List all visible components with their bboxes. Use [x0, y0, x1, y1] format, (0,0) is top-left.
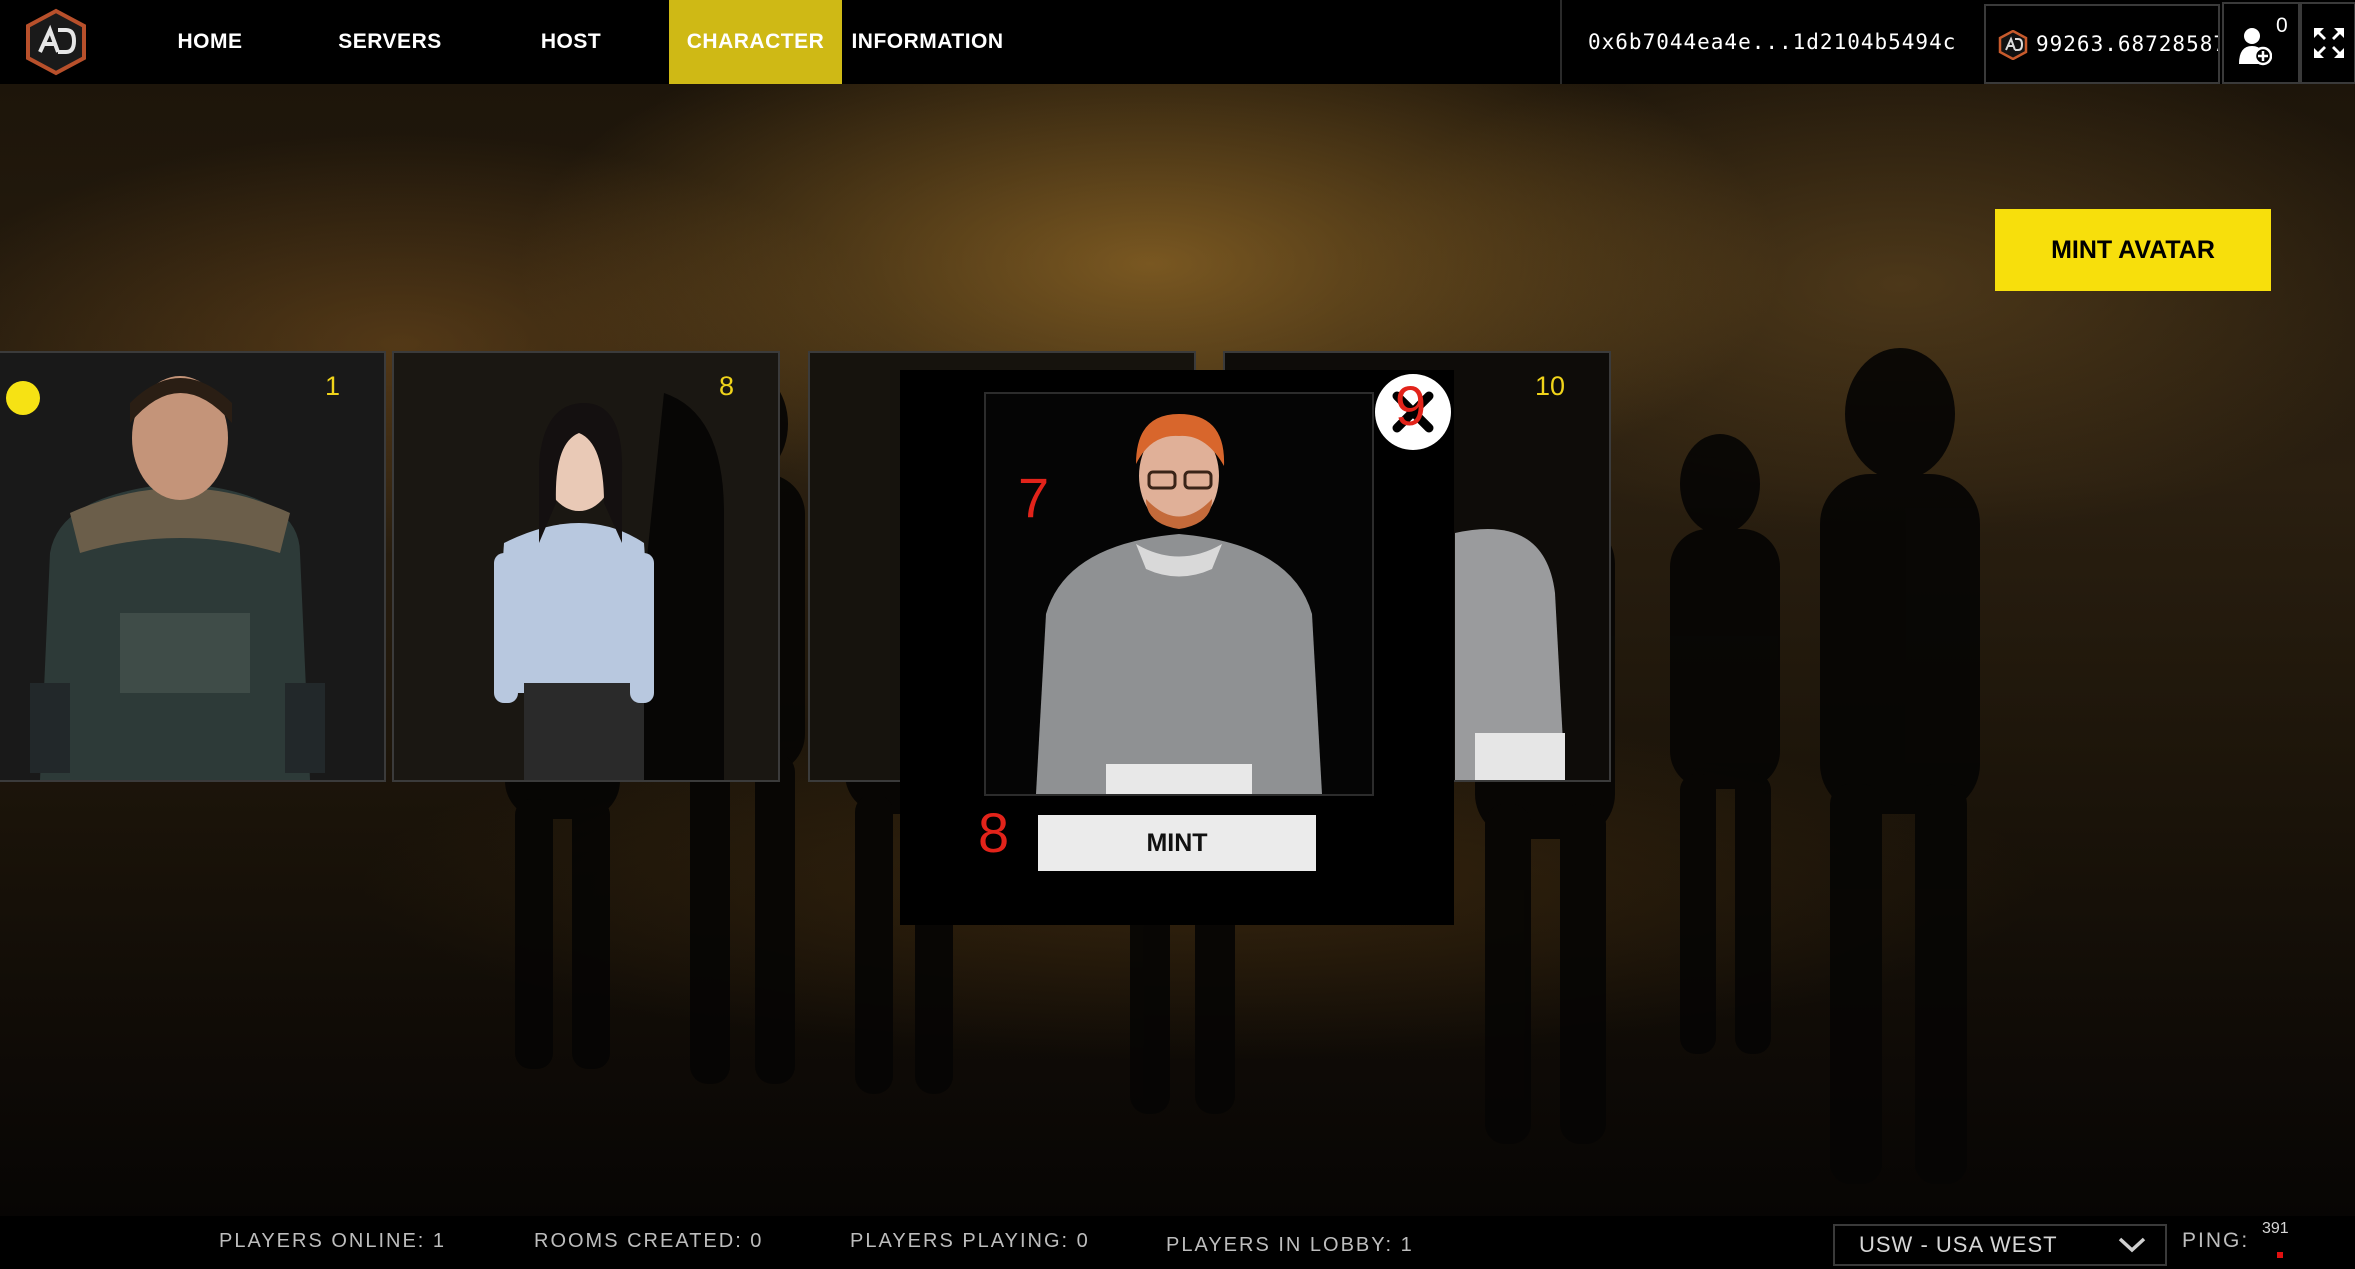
online-users-button[interactable]: 0 — [2222, 2, 2300, 84]
ping-value: 391 — [2262, 1220, 2289, 1237]
close-modal-button[interactable]: 9 — [1375, 374, 1451, 450]
male-sweater-avatar-image — [986, 394, 1372, 794]
ping-label: PING: — [2182, 1229, 2250, 1252]
chevron-down-icon — [2118, 1237, 2146, 1253]
nav-information[interactable]: INFORMATION — [845, 0, 1010, 84]
card-number: 10 — [1534, 371, 1565, 401]
annotation-label: 8 — [978, 801, 1010, 864]
ping-status-indicator — [2277, 1252, 2283, 1258]
status-footer: PLAYERS ONLINE: 1 ROOMS CREATED: 0 PLAYE… — [0, 1216, 2355, 1269]
wallet-address: 0x6b7044ea4e...1d2104b5494c — [1588, 30, 1957, 54]
character-card-8[interactable]: 8 — [392, 351, 780, 782]
online-users-count: 0 — [2276, 14, 2288, 37]
nav-character[interactable]: CHARACTER — [669, 0, 842, 84]
mint-modal: MINT 7 8 — [900, 370, 1454, 925]
players-in-lobby-stat: PLAYERS IN LOBBY: 1 — [1166, 1234, 1414, 1256]
nav-home[interactable]: HOME — [160, 0, 260, 84]
fullscreen-button[interactable] — [2300, 2, 2355, 84]
character-card-1[interactable]: 1 — [0, 351, 386, 782]
modal-avatar-preview — [984, 392, 1374, 796]
selected-indicator-dot — [6, 381, 40, 415]
card-number: 8 — [718, 371, 734, 401]
card-number: 1 — [324, 371, 340, 401]
annotation-label: 7 — [1018, 466, 1050, 529]
rooms-created-stat: ROOMS CREATED: 0 — [534, 1230, 764, 1252]
mint-avatar-button[interactable]: MINT AVATAR — [1995, 209, 2271, 291]
nav-servers[interactable]: SERVERS — [325, 0, 455, 84]
players-online-stat: PLAYERS ONLINE: 1 — [219, 1230, 447, 1252]
region-select[interactable]: USW - USA WEST — [1833, 1224, 2167, 1266]
region-selected-value: USW - USA WEST — [1859, 1232, 2058, 1257]
app-logo-icon[interactable] — [22, 8, 90, 76]
wallet-address-box[interactable]: 0x6b7044ea4e...1d2104b5494c — [1560, 0, 1984, 84]
token-balance: 99263.687285879 — [2036, 32, 2218, 56]
nav-host[interactable]: HOST — [520, 0, 622, 84]
hooded-male-avatar-image — [0, 353, 384, 780]
token-balance-box[interactable]: 99263.687285879 — [1984, 4, 2220, 84]
mint-button[interactable]: MINT — [1038, 815, 1316, 871]
token-logo-icon — [1998, 30, 2028, 60]
top-navigation-bar: HOME SERVERS HOST CHARACTER INFORMATION … — [0, 0, 2355, 84]
annotation-label: 9 — [1395, 374, 1427, 437]
players-playing-stat: PLAYERS PLAYING: 0 — [850, 1230, 1090, 1252]
female-office-avatar-image — [394, 353, 778, 780]
user-add-icon — [2239, 28, 2272, 66]
fullscreen-icon — [2314, 28, 2344, 58]
